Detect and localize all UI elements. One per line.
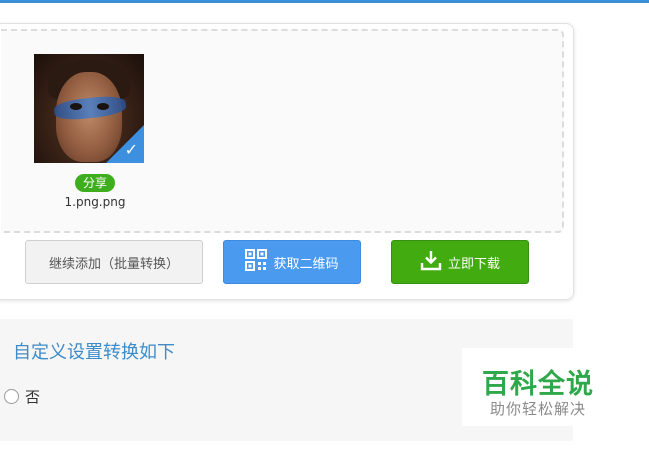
- settings-title: 自定义设置转换如下: [13, 342, 175, 363]
- option-no-radio[interactable]: [4, 389, 19, 404]
- qrcode-icon: [245, 249, 268, 275]
- get-qrcode-button[interactable]: 获取二维码: [223, 240, 361, 284]
- get-qrcode-label: 获取二维码: [273, 256, 339, 272]
- download-now-label: 立即下载: [447, 256, 500, 272]
- watermark: 百科全说 助你轻松解决: [462, 348, 626, 426]
- continue-add-button[interactable]: 继续添加（批量转换）: [25, 240, 203, 284]
- check-icon: ✓: [124, 140, 138, 159]
- download-now-button[interactable]: 立即下载: [391, 240, 529, 284]
- download-icon: [420, 249, 442, 275]
- watermark-title: 百科全说: [482, 369, 594, 400]
- share-badge[interactable]: 分享: [75, 174, 115, 192]
- upload-card: ✓ 分享 1.png.png 继续添加（批量转换） 获取二维码 立即下载: [0, 23, 574, 300]
- file-name: 1.png.png: [64, 195, 126, 209]
- option-no-label: 否: [25, 388, 41, 406]
- file-thumbnail[interactable]: ✓: [34, 54, 144, 163]
- drop-zone[interactable]: ✓ 分享 1.png.png: [1, 29, 564, 233]
- option-no-row[interactable]: 否: [4, 386, 40, 407]
- top-accent-bar: [0, 0, 649, 3]
- watermark-subtitle: 助你轻松解决: [490, 400, 587, 418]
- continue-add-label: 继续添加（批量转换）: [48, 256, 179, 272]
